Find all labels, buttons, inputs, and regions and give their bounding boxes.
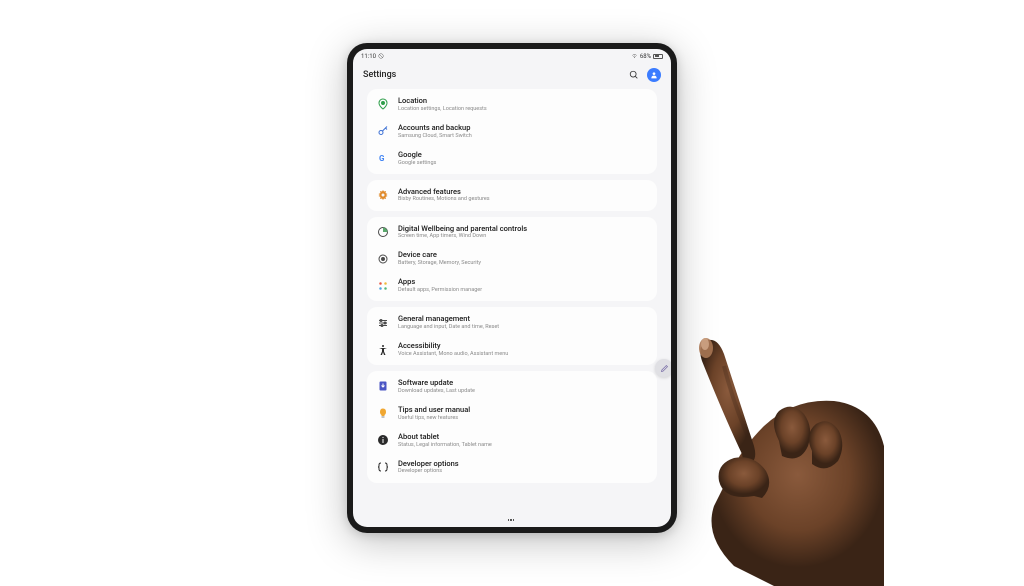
item-subtitle: Developer options [398,468,647,475]
profile-avatar[interactable] [647,68,661,82]
settings-item-key[interactable]: Accounts and backupSamsung Cloud, Smart … [367,118,657,145]
item-subtitle: Location settings, Location requests [398,106,647,113]
do-not-disturb-icon [378,53,384,59]
tips-icon [377,407,389,419]
item-title: About tablet [398,432,647,442]
nav-recents-button[interactable] [508,519,517,521]
settings-item-location[interactable]: LocationLocation settings, Location requ… [367,91,657,118]
settings-card: General managementLanguage and input, Da… [367,307,657,365]
item-texts: Developer optionsDeveloper options [398,459,647,476]
item-title: Digital Wellbeing and parental controls [398,224,647,234]
item-texts: Digital Wellbeing and parental controlsS… [398,224,647,241]
google-icon: G [377,152,389,164]
settings-item-google[interactable]: G GoogleGoogle settings [367,145,657,172]
settings-card: LocationLocation settings, Location requ… [367,89,657,174]
settings-card: Software updateDownload updates, Last up… [367,371,657,483]
screen: 11:10 68% Settings LocationLocation sett… [353,49,671,527]
header: Settings [353,63,671,87]
item-texts: LocationLocation settings, Location requ… [398,96,647,113]
item-subtitle: Bixby Routines, Motions and gestures [398,196,647,203]
settings-item-device-care[interactable]: Device careBattery, Storage, Memory, Sec… [367,245,657,272]
item-texts: GoogleGoogle settings [398,150,647,167]
item-texts: Accounts and backupSamsung Cloud, Smart … [398,123,647,140]
settings-item-wellbeing[interactable]: Digital Wellbeing and parental controlsS… [367,219,657,246]
item-subtitle: Status, Legal information, Tablet name [398,442,647,449]
item-subtitle: Default apps, Permission manager [398,287,647,294]
item-subtitle: Voice Assistant, Mono audio, Assistant m… [398,351,647,358]
settings-item-gear-orange[interactable]: Advanced featuresBixby Routines, Motions… [367,182,657,209]
settings-item-apps[interactable]: AppsDefault apps, Permission manager [367,272,657,299]
item-subtitle: Useful tips, new features [398,415,647,422]
status-bar: 11:10 68% [353,49,671,63]
accessibility-icon [377,344,389,356]
apps-icon [377,280,389,292]
general-icon [377,317,389,329]
item-subtitle: Battery, Storage, Memory, Security [398,260,647,267]
settings-item-software[interactable]: Software updateDownload updates, Last up… [367,373,657,400]
svg-text:G: G [379,154,385,163]
settings-item-tips[interactable]: Tips and user manualUseful tips, new fea… [367,400,657,427]
item-texts: AppsDefault apps, Permission manager [398,277,647,294]
item-title: Accounts and backup [398,123,647,133]
item-title: Accessibility [398,341,647,351]
settings-card: Advanced featuresBixby Routines, Motions… [367,180,657,211]
software-icon [377,380,389,392]
item-subtitle: Language and input, Date and time, Reset [398,324,647,331]
search-icon[interactable] [629,70,639,80]
settings-item-about[interactable]: About tabletStatus, Legal information, T… [367,427,657,454]
item-title: Software update [398,378,647,388]
item-title: Tips and user manual [398,405,647,415]
settings-item-developer[interactable]: Developer optionsDeveloper options [367,454,657,481]
item-subtitle: Samsung Cloud, Smart Switch [398,133,647,140]
item-title: Location [398,96,647,106]
settings-item-general[interactable]: General managementLanguage and input, Da… [367,309,657,336]
item-texts: About tabletStatus, Legal information, T… [398,432,647,449]
battery-icon [653,54,663,59]
item-texts: Advanced featuresBixby Routines, Motions… [398,187,647,204]
item-subtitle: Google settings [398,160,647,167]
wellbeing-icon [377,226,389,238]
item-title: Developer options [398,459,647,469]
page-title: Settings [363,70,396,80]
settings-card: Digital Wellbeing and parental controlsS… [367,217,657,302]
item-title: Advanced features [398,187,647,197]
item-title: Device care [398,250,647,260]
item-title: General management [398,314,647,324]
item-texts: Device careBattery, Storage, Memory, Sec… [398,250,647,267]
item-texts: AccessibilityVoice Assistant, Mono audio… [398,341,647,358]
item-texts: Software updateDownload updates, Last up… [398,378,647,395]
device-care-icon [377,253,389,265]
item-texts: Tips and user manualUseful tips, new fea… [398,405,647,422]
nav-bar [353,513,671,527]
wifi-icon [631,53,638,59]
settings-item-accessibility[interactable]: AccessibilityVoice Assistant, Mono audio… [367,336,657,363]
item-title: Apps [398,277,647,287]
item-subtitle: Download updates, Last update [398,388,647,395]
settings-list[interactable]: LocationLocation settings, Location requ… [353,87,671,513]
gear-orange-icon [377,189,389,201]
developer-icon [377,461,389,473]
item-subtitle: Screen time, App timers, Wind Down [398,233,647,240]
item-title: Google [398,150,647,160]
status-time: 11:10 [361,53,376,60]
about-icon [377,434,389,446]
key-icon [377,125,389,137]
item-texts: General managementLanguage and input, Da… [398,314,647,331]
battery-text: 68% [640,53,651,60]
location-icon [377,98,389,110]
edit-fab[interactable] [655,359,671,377]
tablet-frame: 11:10 68% Settings LocationLocation sett… [347,43,677,533]
